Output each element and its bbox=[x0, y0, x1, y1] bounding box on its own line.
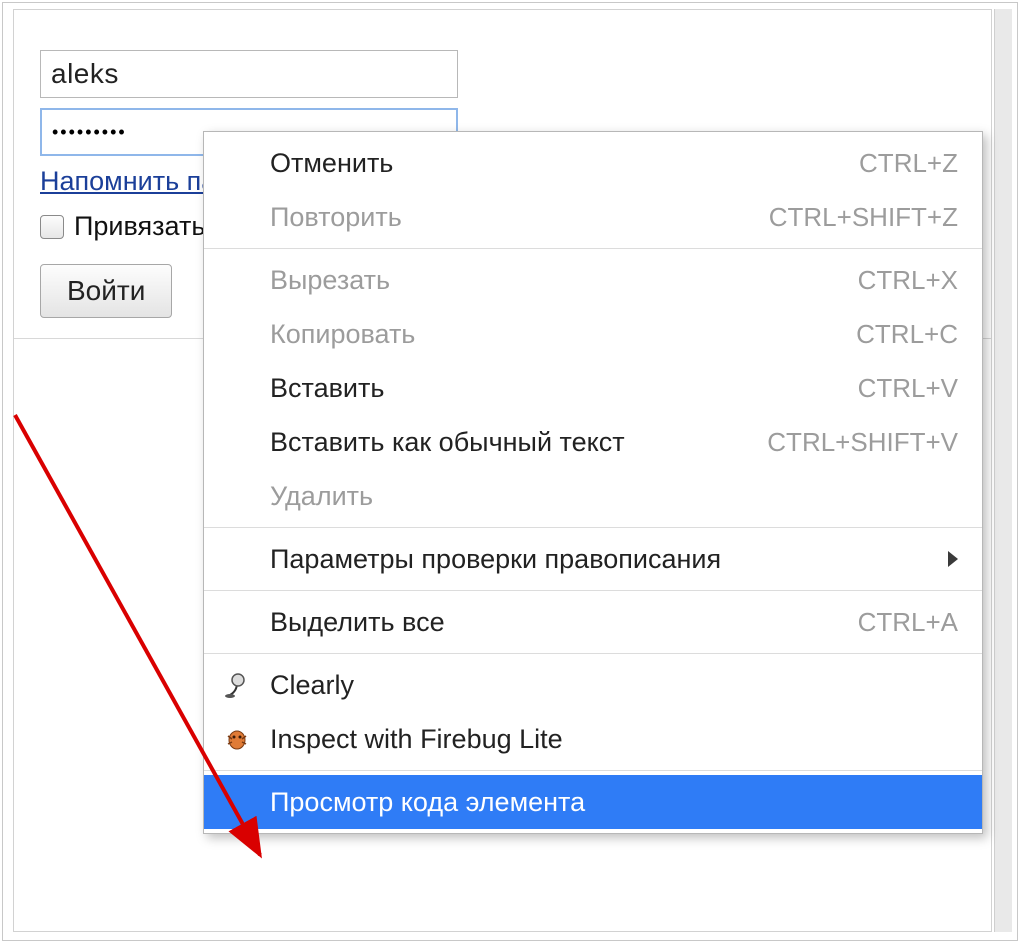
menu-item-label: Clearly bbox=[270, 670, 958, 701]
menu-item[interactable]: Выделить всеCTRL+A bbox=[204, 595, 982, 649]
menu-separator bbox=[204, 770, 982, 771]
menu-icon-empty bbox=[214, 543, 260, 575]
menu-item-shortcut: CTRL+C bbox=[856, 319, 958, 350]
menu-item-shortcut: CTRL+V bbox=[858, 373, 958, 404]
menu-item-label: Inspect with Firebug Lite bbox=[270, 724, 958, 755]
menu-icon-empty bbox=[214, 372, 260, 404]
menu-item: ВырезатьCTRL+X bbox=[204, 253, 982, 307]
menu-icon-empty bbox=[214, 426, 260, 458]
menu-item[interactable]: Просмотр кода элемента bbox=[204, 775, 982, 829]
menu-item: ПовторитьCTRL+SHIFT+Z bbox=[204, 190, 982, 244]
menu-item-shortcut: CTRL+X bbox=[858, 265, 958, 296]
lamp-icon bbox=[214, 669, 260, 701]
menu-item[interactable]: Вставить как обычный текстCTRL+SHIFT+V bbox=[204, 415, 982, 469]
menu-item: Удалить bbox=[204, 469, 982, 523]
login-button[interactable]: Войти bbox=[40, 264, 172, 318]
menu-item-label: Вставить как обычный текст bbox=[270, 427, 767, 458]
menu-separator bbox=[204, 527, 982, 528]
menu-item[interactable]: Inspect with Firebug Lite bbox=[204, 712, 982, 766]
menu-item[interactable]: Clearly bbox=[204, 658, 982, 712]
menu-item[interactable]: ОтменитьCTRL+Z bbox=[204, 136, 982, 190]
menu-item-label: Копировать bbox=[270, 319, 856, 350]
menu-item-label: Выделить все bbox=[270, 607, 858, 638]
menu-item-label: Отменить bbox=[270, 148, 859, 179]
menu-item-label: Вырезать bbox=[270, 265, 858, 296]
menu-icon-empty bbox=[214, 201, 260, 233]
menu-icon-empty bbox=[214, 786, 260, 818]
menu-item-label: Параметры проверки правописания bbox=[270, 544, 936, 575]
username-input[interactable] bbox=[40, 50, 458, 98]
menu-separator bbox=[204, 653, 982, 654]
menu-separator bbox=[204, 248, 982, 249]
menu-icon-empty bbox=[214, 318, 260, 350]
menu-icon-empty bbox=[214, 606, 260, 638]
menu-item-shortcut: CTRL+SHIFT+V bbox=[767, 427, 958, 458]
chevron-right-icon bbox=[948, 551, 958, 567]
window-frame: Напомнить пароль Привязать Войти Отменит… bbox=[2, 2, 1018, 941]
menu-item[interactable]: ВставитьCTRL+V bbox=[204, 361, 982, 415]
menu-icon-empty bbox=[214, 147, 260, 179]
context-menu[interactable]: ОтменитьCTRL+ZПовторитьCTRL+SHIFT+ZВырез… bbox=[203, 131, 983, 834]
menu-item-label: Вставить bbox=[270, 373, 858, 404]
menu-item-label: Удалить bbox=[270, 481, 958, 512]
menu-item-label: Повторить bbox=[270, 202, 769, 233]
menu-separator bbox=[204, 590, 982, 591]
scrollbar-vertical[interactable] bbox=[994, 9, 1012, 932]
bind-checkbox-label: Привязать bbox=[74, 211, 205, 242]
menu-item: КопироватьCTRL+C bbox=[204, 307, 982, 361]
menu-item-shortcut: CTRL+A bbox=[858, 607, 958, 638]
menu-icon-empty bbox=[214, 264, 260, 296]
menu-item-label: Просмотр кода элемента bbox=[270, 787, 958, 818]
menu-icon-empty bbox=[214, 480, 260, 512]
menu-item-shortcut: CTRL+SHIFT+Z bbox=[769, 202, 958, 233]
menu-item[interactable]: Параметры проверки правописания bbox=[204, 532, 982, 586]
firebug-icon bbox=[214, 723, 260, 755]
menu-item-shortcut: CTRL+Z bbox=[859, 148, 958, 179]
checkbox-icon[interactable] bbox=[40, 215, 64, 239]
